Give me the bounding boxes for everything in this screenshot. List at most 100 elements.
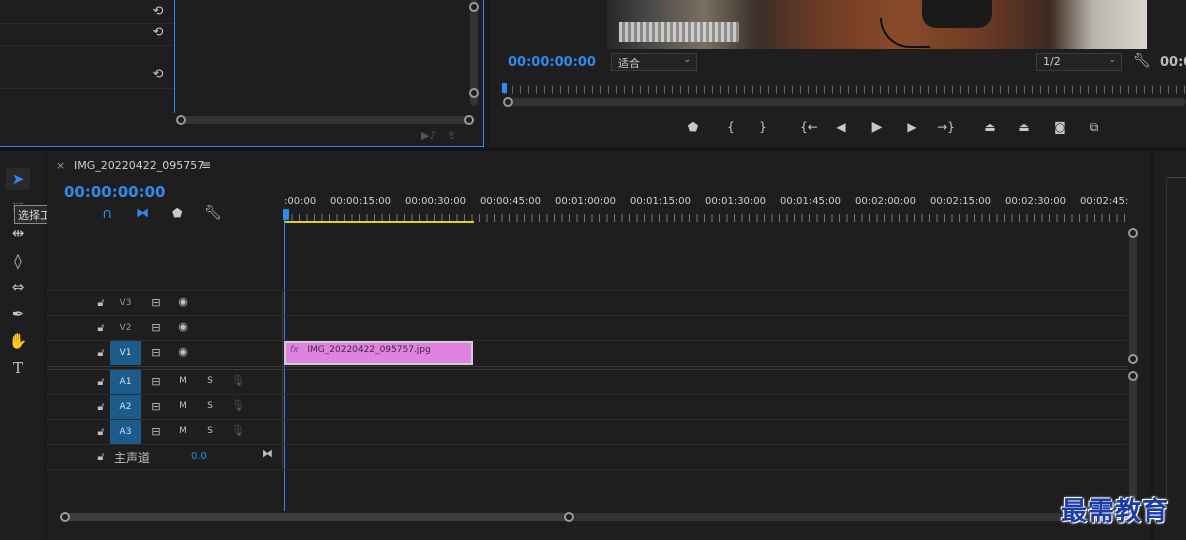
- track-label-a2[interactable]: A2: [110, 395, 141, 419]
- zoom-handle-left[interactable]: [60, 512, 70, 522]
- solo-button[interactable]: S: [203, 426, 217, 436]
- sync-lock-icon[interactable]: ⊟: [149, 375, 163, 388]
- extract-button[interactable]: ⏏: [1013, 118, 1035, 136]
- track-label-a1[interactable]: A1: [110, 370, 141, 394]
- lift-button[interactable]: ⏏: [979, 118, 1001, 136]
- lock-icon[interactable]: 🔓︎: [94, 450, 108, 464]
- eye-icon[interactable]: ◉: [176, 295, 190, 308]
- track-label-v3[interactable]: V3: [110, 291, 141, 315]
- go-to-end-icon[interactable]: ⧓: [262, 447, 273, 460]
- vscroll-handle-top[interactable]: [1128, 371, 1138, 381]
- lock-icon[interactable]: 🔓︎: [94, 321, 108, 335]
- export-frame-icon[interactable]: ▶♪: [421, 129, 436, 142]
- play-button[interactable]: ▶: [868, 118, 886, 136]
- reset-icon[interactable]: ⟲: [151, 4, 165, 19]
- pen-tool[interactable]: ✒: [6, 303, 30, 325]
- track-label-v2[interactable]: V2: [110, 316, 141, 340]
- av-divider: [47, 369, 1127, 370]
- timeline-clip[interactable]: fx IMG_20220422_095757.jpg: [284, 341, 473, 365]
- effect-row-divider: [0, 45, 174, 46]
- go-to-out-button[interactable]: →}: [935, 118, 957, 136]
- fx-badge: fx: [290, 345, 299, 355]
- linked-selection-icon[interactable]: ⧓: [136, 206, 149, 221]
- monitor-ruler[interactable]: [504, 86, 1186, 94]
- track-divider: [47, 315, 1127, 316]
- selection-tool[interactable]: ➤: [6, 168, 30, 190]
- scroll-handle-right[interactable]: [464, 115, 474, 125]
- timeline-scroll-thumb[interactable]: [64, 513, 570, 521]
- timeline-timecode[interactable]: 00:00:00:00: [64, 183, 166, 201]
- step-forward-button[interactable]: ▶: [903, 118, 921, 136]
- sync-lock-icon[interactable]: ⊟: [149, 425, 163, 438]
- lock-icon[interactable]: 🔓︎: [94, 400, 108, 414]
- sync-lock-icon[interactable]: ⊟: [149, 321, 163, 334]
- snap-icon[interactable]: ∩: [102, 206, 112, 222]
- sync-lock-icon[interactable]: ⊟: [149, 400, 163, 413]
- microphone-icon[interactable]: 🎙︎: [231, 374, 245, 387]
- vscroll-handle-top[interactable]: [1128, 228, 1138, 238]
- hand-tool[interactable]: ✋: [6, 330, 30, 352]
- solo-button[interactable]: S: [203, 401, 217, 411]
- clip-name: IMG_20220422_095757.jpg: [307, 345, 431, 355]
- export-frame-button[interactable]: ◙: [1051, 118, 1069, 136]
- microphone-icon[interactable]: 🎙︎: [231, 424, 245, 437]
- slip-tool[interactable]: ⇔: [6, 276, 30, 298]
- zoom-handle-right[interactable]: [564, 512, 574, 522]
- sync-lock-icon[interactable]: ⊟: [149, 296, 163, 309]
- timeline-settings-wrench-icon[interactable]: 🔧︎: [204, 205, 222, 221]
- ripple-edit-tool[interactable]: ⇹: [6, 222, 30, 244]
- timeline-playhead-handle[interactable]: [283, 209, 289, 220]
- video-tracks-scrollbar[interactable]: [1129, 233, 1137, 359]
- panel-menu-icon[interactable]: ≡: [201, 158, 211, 172]
- wrench-icon[interactable]: 🔧︎: [1133, 53, 1151, 69]
- mute-button[interactable]: M: [176, 401, 190, 411]
- sync-lock-icon[interactable]: ⊟: [149, 346, 163, 359]
- work-area-bar[interactable]: [284, 221, 474, 223]
- master-volume-value[interactable]: 0.0: [191, 451, 207, 462]
- insert-icon[interactable]: ⇪: [447, 129, 456, 142]
- lock-icon[interactable]: 🔓︎: [94, 346, 108, 360]
- reset-icon[interactable]: ⟲: [151, 25, 165, 40]
- monitor-zoom-scrollbar[interactable]: [504, 98, 1186, 106]
- add-marker-button[interactable]: ⬟: [684, 118, 702, 136]
- reset-icon[interactable]: ⟲: [151, 67, 165, 82]
- track-divider: [47, 444, 1127, 445]
- tab-close-icon[interactable]: ×: [56, 159, 65, 172]
- mute-button[interactable]: M: [176, 376, 190, 386]
- ruler-label: 00:01:00:00: [555, 196, 617, 207]
- mark-in-button[interactable]: {: [722, 118, 740, 136]
- track-label-v1[interactable]: V1: [110, 341, 141, 365]
- effect-horizontal-scrollbar[interactable]: [176, 116, 474, 124]
- sequence-tab[interactable]: IMG_20220422_095757: [74, 159, 204, 172]
- mark-out-button[interactable]: }: [754, 118, 772, 136]
- scroll-handle-left[interactable]: [176, 115, 186, 125]
- video-blinds: [619, 22, 739, 42]
- step-back-button[interactable]: ◀: [832, 118, 850, 136]
- audio-tracks-scrollbar[interactable]: [1129, 375, 1137, 500]
- vscroll-handle-top[interactable]: [469, 2, 479, 12]
- microphone-icon[interactable]: 🎙︎: [231, 399, 245, 412]
- compare-button[interactable]: ⧉: [1085, 118, 1103, 136]
- lock-icon[interactable]: 🔓︎: [94, 296, 108, 310]
- eye-icon[interactable]: ◉: [176, 345, 190, 358]
- monitor-playhead[interactable]: [502, 83, 507, 93]
- track-label-a3[interactable]: A3: [110, 420, 141, 444]
- mute-button[interactable]: M: [176, 426, 190, 436]
- effect-row-divider: [0, 88, 174, 89]
- program-timecode[interactable]: 00:00:00:00: [508, 55, 596, 70]
- type-tool[interactable]: T: [6, 357, 30, 379]
- resolution-dropdown[interactable]: 1/2 ⌄: [1036, 53, 1122, 71]
- vscroll-handle-bottom[interactable]: [1128, 354, 1138, 364]
- track-divider: [47, 394, 1127, 395]
- vscroll-handle-bottom[interactable]: [469, 88, 479, 98]
- add-marker-icon[interactable]: ⬟: [172, 206, 182, 220]
- solo-button[interactable]: S: [203, 376, 217, 386]
- go-to-in-button[interactable]: {←: [798, 118, 820, 136]
- razor-tool[interactable]: ◊: [6, 250, 30, 272]
- eye-icon[interactable]: ◉: [176, 320, 190, 333]
- zoom-handle-left[interactable]: [503, 97, 513, 107]
- lock-icon[interactable]: 🔓︎: [94, 375, 108, 389]
- fit-dropdown-value: 适合: [618, 57, 640, 70]
- lock-icon[interactable]: 🔓︎: [94, 425, 108, 439]
- fit-dropdown[interactable]: 适合 ⌄: [611, 53, 697, 71]
